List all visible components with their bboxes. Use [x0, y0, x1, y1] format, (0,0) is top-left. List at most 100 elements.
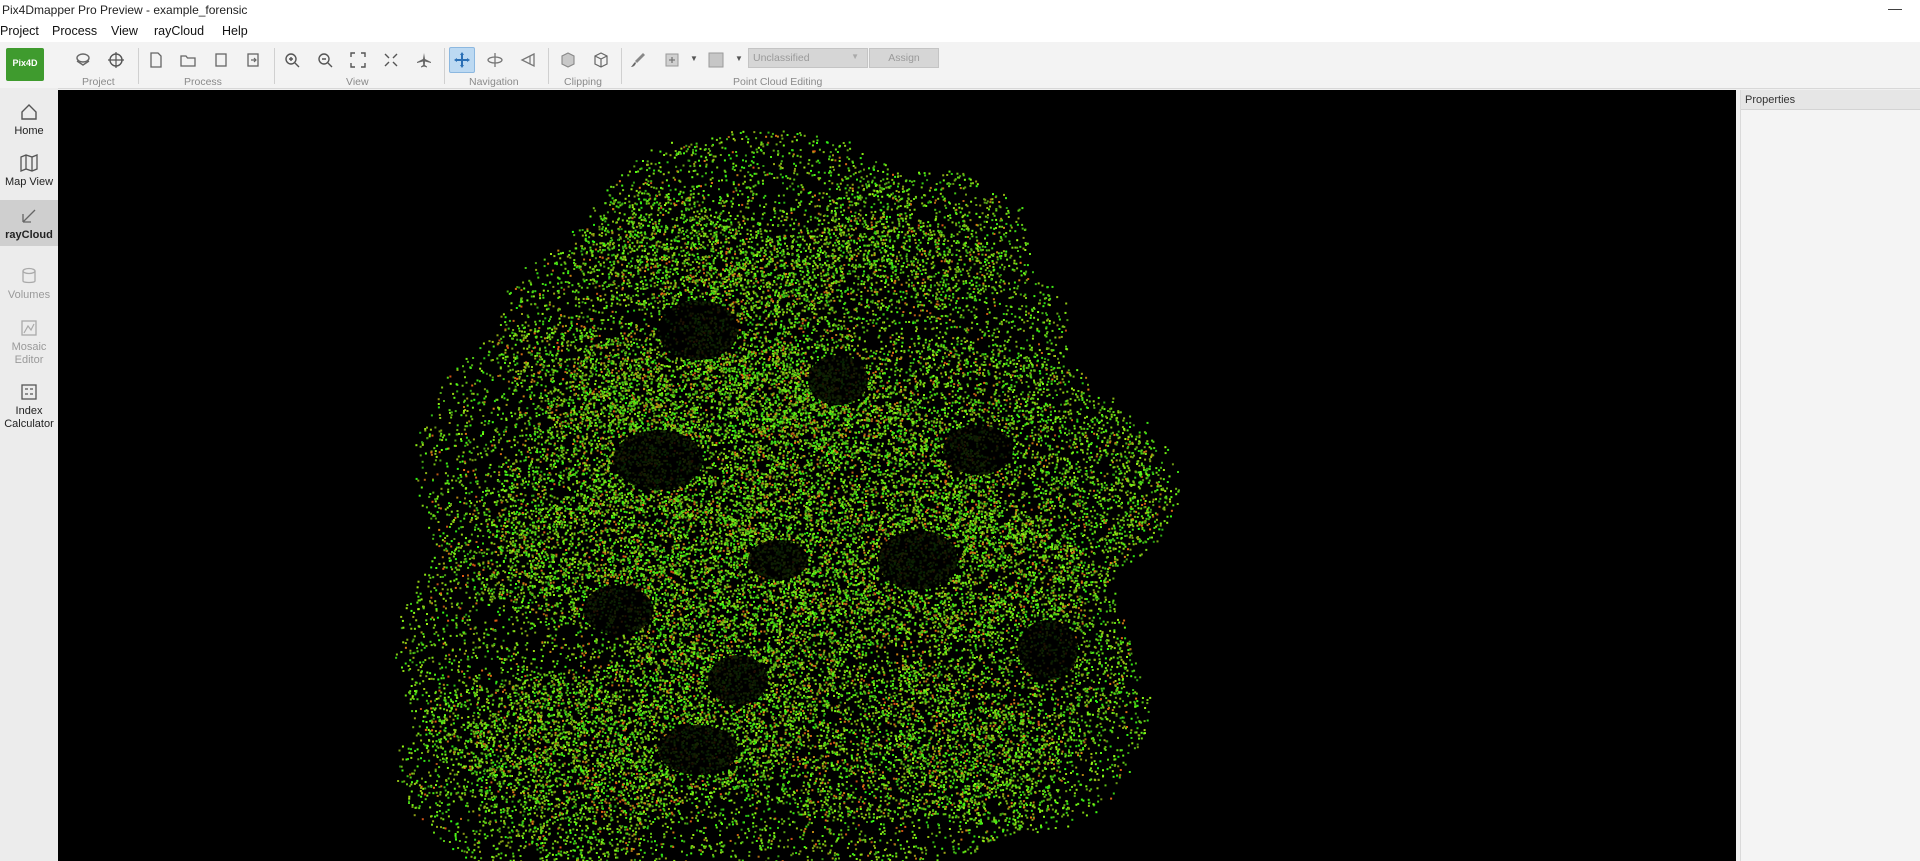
cloud-point [551, 331, 554, 334]
cloud-point [777, 274, 780, 277]
process-button-4[interactable] [240, 47, 266, 73]
zoom-out-button[interactable] [312, 47, 338, 73]
zoom-in-button[interactable] [279, 47, 305, 73]
cloud-point [612, 242, 615, 244]
gcp-button[interactable] [103, 47, 129, 73]
layers-button[interactable] [70, 47, 96, 73]
cloud-point [564, 324, 567, 327]
cloud-point [558, 296, 561, 298]
cloud-point [656, 214, 659, 217]
cloud-point [759, 131, 762, 134]
cloud-point [744, 316, 747, 319]
menu-raycloud[interactable]: rayCloud [154, 24, 204, 38]
assign-button[interactable]: Assign [869, 48, 939, 68]
sidebar-item-mosaic-editor[interactable]: Mosaic Editor [0, 318, 58, 367]
minimize-button[interactable]: — [1888, 0, 1902, 16]
cloud-point [766, 257, 769, 260]
fit-view-button[interactable] [378, 47, 404, 73]
cloud-point [793, 178, 796, 181]
cloud-point [863, 270, 866, 273]
cloud-point [780, 134, 783, 137]
cloud-point [731, 133, 734, 136]
cloud-point [979, 328, 982, 331]
cloud-point [709, 268, 711, 271]
raycloud-icon [22, 209, 36, 223]
cloud-point [844, 187, 847, 190]
sidebar-item-home[interactable]: Home [0, 102, 58, 138]
menu-help[interactable]: Help [222, 24, 248, 38]
cloud-point [838, 284, 841, 287]
cloud-point [803, 324, 806, 327]
cloud-point [895, 342, 898, 345]
cloud-point [788, 152, 791, 155]
cloud-point [838, 164, 841, 167]
cloud-point [803, 341, 806, 344]
cloud-point [667, 196, 670, 199]
cloud-point [891, 253, 894, 256]
cloud-point [805, 360, 808, 363]
process-button-3[interactable] [208, 47, 234, 73]
chevron-down-icon[interactable]: ▼ [735, 54, 743, 63]
cloud-point [731, 280, 734, 283]
trackball-navigation-button[interactable] [515, 47, 541, 73]
cloud-point [813, 174, 816, 176]
sidebar-item-raycloud[interactable]: rayCloud [0, 200, 58, 246]
cloud-point [710, 374, 713, 377]
cloud-point [642, 218, 645, 221]
cloud-point [734, 187, 737, 190]
cloud-point [786, 245, 788, 247]
cloud-point [711, 418, 714, 420]
menu-process[interactable]: Process [52, 24, 97, 38]
orbit-navigation-button[interactable] [482, 47, 508, 73]
cloud-point [950, 235, 953, 238]
clipping-box-button[interactable] [555, 47, 581, 73]
cloud-point [761, 143, 764, 146]
aircraft-view-button[interactable] [411, 47, 437, 73]
cloud-point [557, 323, 560, 326]
raycloud-viewport[interactable] [58, 90, 1736, 861]
cloud-point [698, 204, 701, 207]
menu-view[interactable]: View [111, 24, 138, 38]
cloud-point [606, 211, 609, 214]
process-button-2[interactable] [175, 47, 201, 73]
cloud-point [778, 246, 781, 249]
cloud-point [610, 315, 613, 318]
zoom-extent-button[interactable] [345, 47, 371, 73]
menu-project[interactable]: Project [0, 24, 39, 38]
add-selection-button[interactable] [659, 47, 685, 73]
color-select-button[interactable] [703, 47, 729, 73]
cloud-point [564, 360, 567, 363]
cloud-point [796, 298, 799, 301]
chevron-down-icon[interactable]: ▼ [690, 54, 698, 63]
cloud-point [965, 305, 968, 308]
process-button-1[interactable] [143, 47, 169, 73]
cloud-point [864, 249, 867, 252]
cloud-point [633, 216, 636, 219]
cloud-point [776, 304, 779, 306]
cloud-point [579, 381, 582, 384]
pan-navigation-button[interactable] [449, 47, 475, 73]
cloud-point [965, 281, 968, 284]
cloud-point [997, 415, 1000, 417]
clipping-cube-button[interactable] [588, 47, 614, 73]
cloud-point [536, 360, 539, 363]
cloud-point [769, 428, 772, 430]
edit-brush-button[interactable] [625, 47, 651, 73]
cloud-point [727, 385, 729, 388]
cloud-point [644, 233, 647, 236]
class-dropdown[interactable]: Unclassified ▼ [748, 48, 868, 68]
cloud-point [704, 148, 707, 151]
cloud-point [708, 273, 711, 276]
cloud-point [931, 349, 934, 352]
cloud-point [806, 400, 809, 403]
cloud-point [813, 297, 816, 300]
cloud-point [710, 250, 713, 252]
sidebar-item-map-view[interactable]: Map View [0, 153, 58, 189]
sidebar-item-volumes[interactable]: Volumes [0, 266, 58, 302]
cloud-point [793, 135, 796, 138]
cloud-point [967, 309, 970, 312]
sidebar-item-index-calculator[interactable]: Index Calculator [0, 382, 58, 431]
cloud-point [788, 309, 791, 312]
document-icon [150, 52, 162, 68]
cloud-point [673, 156, 676, 159]
